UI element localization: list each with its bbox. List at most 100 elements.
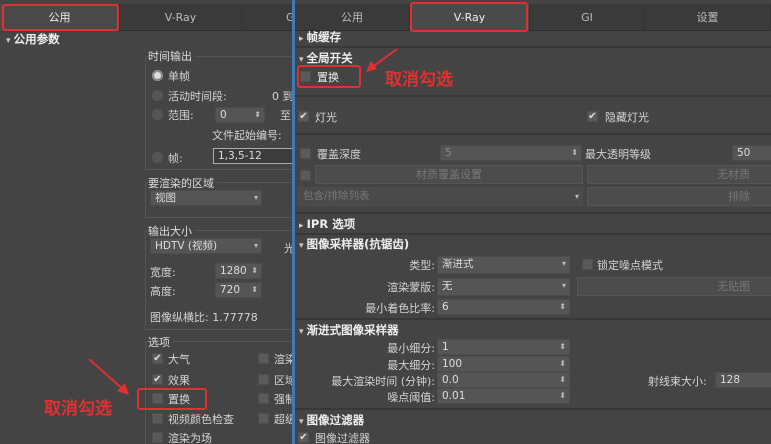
checkbox-image-filter[interactable]: ✔ xyxy=(298,432,309,443)
sampler-type-dropdown[interactable]: 渐进式 ▾ xyxy=(437,256,570,274)
radio-single[interactable] xyxy=(152,70,163,81)
right-tab-bar: 公用 V-Ray GI 设置 xyxy=(295,4,771,31)
max-transparency-input[interactable]: 50 xyxy=(732,145,771,161)
label-min-subdivs: 最小细分: xyxy=(387,342,435,355)
label-override-depth: 覆盖深度 xyxy=(317,148,361,161)
max-subdivs-value: 100 xyxy=(442,358,463,370)
render-mask-value: 无 xyxy=(442,280,453,292)
noise-threshold-input[interactable]: 0.01 ⬍ xyxy=(437,388,570,404)
checkbox-lights[interactable]: ✔ xyxy=(298,111,309,122)
aspect-ratio: 图像纵横比: 1.77778 xyxy=(150,311,258,324)
label-file-start: 文件起始编号: xyxy=(212,129,282,142)
checkbox-video-color-check[interactable] xyxy=(152,413,163,424)
highlight-common-tab xyxy=(2,4,119,31)
max-subdivs-input[interactable]: 100 ⬍ xyxy=(437,356,570,372)
active-range-value: 0 到 xyxy=(272,90,293,103)
section-frame-buffer[interactable]: 帧缓存 xyxy=(299,29,342,45)
radio-frames[interactable] xyxy=(152,152,163,163)
output-preset-value: HDTV (视频) xyxy=(155,240,218,252)
radio-range[interactable] xyxy=(152,109,163,120)
label-height: 高度: xyxy=(150,285,176,298)
render-area-dropdown[interactable]: 视图 ▾ xyxy=(150,190,262,206)
highlight-displacement-left xyxy=(137,388,207,410)
section-common-params[interactable]: 公用参数 xyxy=(6,31,60,47)
label-range-to: 至 xyxy=(280,109,291,122)
label-option2-3: 强制 xyxy=(274,393,293,406)
highlight-displacement-right xyxy=(297,65,361,88)
checkbox-option2-1[interactable] xyxy=(258,353,269,364)
label-range: 范围: xyxy=(168,109,194,122)
include-exclude-dropdown[interactable]: 包含/排除列表 ▾ xyxy=(298,187,583,206)
width-input[interactable]: 1280 ⬍ xyxy=(215,263,262,279)
checkbox-atmosphere[interactable]: ✔ xyxy=(152,353,163,364)
checkbox-lock-noise[interactable] xyxy=(582,259,593,270)
width-value: 1280 xyxy=(220,265,247,277)
label-lights: 灯光 xyxy=(315,111,337,124)
label-min-shading-rate: 最小着色比率: xyxy=(365,302,435,315)
render-area-title: 要渲染的区域 xyxy=(148,175,217,191)
section-image-sampler[interactable]: 图像采样器(抗锯齿) xyxy=(299,236,410,252)
frames-input[interactable]: 1,3,5-12 xyxy=(213,148,293,164)
section-global-switches[interactable]: 全局开关 xyxy=(299,50,353,66)
section-progressive-sampler[interactable]: 渐进式图像采样器 xyxy=(299,322,399,338)
annotation-uncheck-left: 取消勾选 xyxy=(44,399,112,419)
output-preset-dropdown[interactable]: HDTV (视频) ▾ xyxy=(150,238,262,254)
chevron-down-icon: ▾ xyxy=(561,259,566,268)
label-option2-2: 区域 xyxy=(274,374,293,387)
min-subdivs-input[interactable]: 1 ⬍ xyxy=(437,339,570,355)
noise-threshold-value: 0.01 xyxy=(442,390,466,402)
tab-common[interactable]: 公用 xyxy=(295,4,410,31)
time-output-title: 时间输出 xyxy=(148,48,195,64)
label-video-color-check: 视频颜色检查 xyxy=(168,413,234,426)
label-frames: 帧: xyxy=(168,152,183,165)
output-size-title: 输出大小 xyxy=(148,223,195,239)
checkbox-render-fields[interactable] xyxy=(152,432,163,443)
override-depth-input[interactable]: 5 ⬍ xyxy=(440,145,582,161)
exclude-button[interactable]: 排除 xyxy=(587,187,771,206)
label-max-subdivs: 最大细分: xyxy=(387,359,435,372)
label-max-render-time: 最大渲染时间 (分钟): xyxy=(331,375,435,388)
checkbox-material-override[interactable] xyxy=(300,170,311,181)
chevron-down-icon: ▾ xyxy=(253,241,258,250)
label-width: 宽度: xyxy=(150,266,176,279)
height-input[interactable]: 720 ⬍ xyxy=(215,282,262,298)
tab-gi[interactable]: GI xyxy=(530,4,645,31)
checkbox-option2-2[interactable] xyxy=(258,374,269,385)
label-image-filter: 图像过滤器 xyxy=(315,432,370,444)
checkbox-option2-4[interactable] xyxy=(258,413,269,424)
label-render-mask: 渲染蒙版: xyxy=(387,281,435,294)
range-from-value: 0 xyxy=(220,109,227,121)
min-shading-rate-value: 6 xyxy=(442,301,449,313)
min-shading-rate-input[interactable]: 6 ⬍ xyxy=(437,299,570,315)
max-render-time-value: 0.0 xyxy=(442,374,459,386)
label-effects: 效果 xyxy=(168,374,190,387)
section-ipr-options[interactable]: IPR 选项 xyxy=(299,216,356,232)
section-image-filter[interactable]: 图像过滤器 xyxy=(299,412,365,428)
checkbox-effects[interactable]: ✔ xyxy=(152,374,163,385)
max-render-time-input[interactable]: 0.0 ⬍ xyxy=(437,372,570,388)
options-title: 选项 xyxy=(148,334,173,350)
no-map-button[interactable]: 无贴图 xyxy=(577,277,771,296)
label-active: 活动时间段: xyxy=(168,90,227,103)
height-value: 720 xyxy=(220,284,241,296)
label-option2-1: 渲染 xyxy=(274,353,293,366)
checkbox-hidden-lights[interactable]: ✔ xyxy=(587,111,598,122)
checkbox-option2-3[interactable] xyxy=(258,393,269,404)
checkbox-override-depth[interactable] xyxy=(300,148,311,159)
tab-gi[interactable]: GI xyxy=(242,4,293,31)
label-single: 单帧 xyxy=(168,70,190,83)
label-atmosphere: 大气 xyxy=(168,353,190,366)
tab-vray[interactable]: V-Ray xyxy=(120,4,242,31)
no-material-button[interactable]: 无材质 xyxy=(587,165,771,184)
chevron-down-icon: ▾ xyxy=(574,192,579,201)
range-from-input[interactable]: 0 ⬍ xyxy=(215,107,265,123)
chevron-down-icon: ▾ xyxy=(561,281,566,290)
ray-bundle-size-input[interactable]: 128 xyxy=(715,372,771,388)
label-noise-threshold: 噪点阈值: xyxy=(387,391,435,404)
tab-settings[interactable]: 设置 xyxy=(645,4,771,31)
chevron-down-icon: ▾ xyxy=(253,193,258,202)
render-mask-dropdown[interactable]: 无 ▾ xyxy=(437,278,570,296)
label-lock-noise: 锁定噪点模式 xyxy=(597,259,663,272)
material-override-button[interactable]: 材质覆盖设置 xyxy=(315,165,583,184)
radio-active[interactable] xyxy=(152,90,163,101)
